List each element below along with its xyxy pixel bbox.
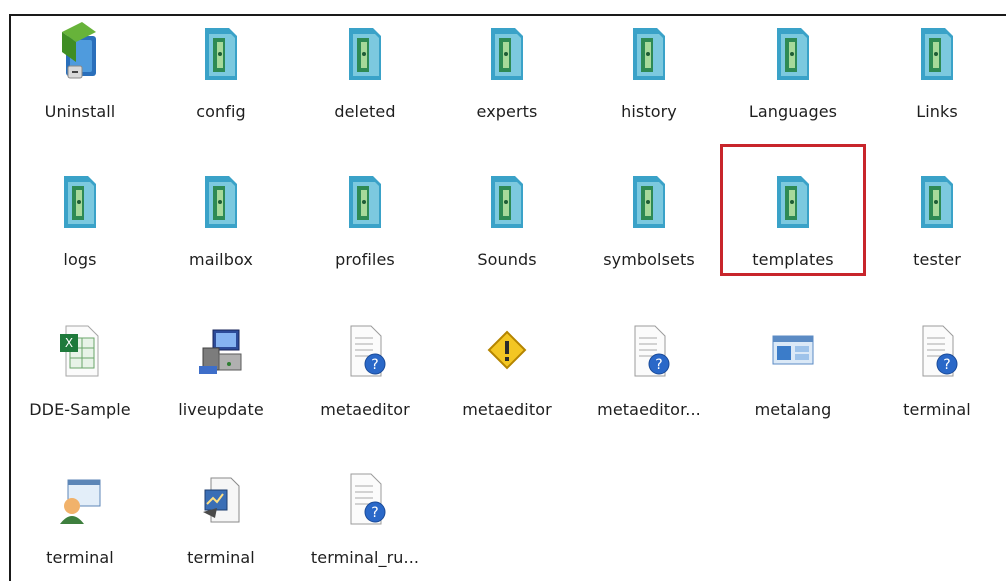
folder-icon [193,170,249,234]
folder-icon [621,170,677,234]
folder-logs[interactable]: logs [10,170,150,290]
file-terminal-ru[interactable]: ? terminal_ru... [295,468,435,588]
folder-icon [479,170,535,234]
svg-text:?: ? [655,357,662,373]
folder-icon [337,22,393,86]
file-metaeditor-app[interactable]: metaeditor [437,320,577,440]
help-file-icon: ? [621,320,677,384]
folder-label: logs [63,250,97,269]
folder-icon [479,22,535,86]
folder-label: experts [476,102,538,121]
folder-icon [909,22,965,86]
file-item-label: metalang [754,400,832,419]
folder-tester[interactable]: tester [867,170,1006,290]
file-metaeditor-help-2[interactable]: ? metaeditor... [579,320,719,440]
folder-languages[interactable]: Languages [723,22,863,142]
help-file-icon: ? [909,320,965,384]
folder-icon [765,22,821,86]
folder-label: deleted [334,102,396,121]
folder-icon [621,22,677,86]
folder-label: history [621,102,677,121]
folder-config[interactable]: config [151,22,291,142]
folder-symbolsets[interactable]: symbolsets [579,170,719,290]
file-metaeditor-help[interactable]: ? metaeditor [295,320,435,440]
terminal-app-icon [193,468,249,532]
file-item-label: terminal [903,400,971,419]
folder-templates[interactable]: templates [720,144,866,290]
user-terminal-icon [52,468,108,532]
folder-label: symbolsets [603,250,695,269]
folder-label: templates [752,250,834,269]
folder-label: config [196,102,246,121]
file-item-label: metaeditor... [597,400,701,419]
folder-profiles[interactable]: profiles [295,170,435,290]
file-item-label: Uninstall [44,102,116,121]
folder-icon [193,22,249,86]
uninstall-icon [52,22,108,86]
svg-text:?: ? [371,357,378,373]
file-item-label: terminal [46,548,114,567]
folder-label: Languages [748,102,838,121]
file-dde-sample[interactable]: X DDE-Sample [10,320,150,440]
file-item-uninstall[interactable]: Uninstall [10,22,150,142]
folder-label: profiles [335,250,395,269]
svg-text:?: ? [943,357,950,373]
folder-experts[interactable]: experts [437,22,577,142]
file-item-label: liveupdate [178,400,264,419]
file-item-label: terminal [187,548,255,567]
excel-file-icon: X [52,320,108,384]
folder-label: Links [916,102,958,121]
file-liveupdate[interactable]: liveupdate [151,320,291,440]
folder-icon [52,170,108,234]
folder-label: tester [913,250,961,269]
folder-label: Sounds [477,250,537,269]
folder-label: mailbox [189,250,253,269]
file-item-label: DDE-Sample [29,400,131,419]
folder-icon [337,170,393,234]
help-file-icon: ? [337,320,393,384]
file-item-label: terminal_ru... [310,548,420,567]
file-terminal-help[interactable]: ? terminal [867,320,1006,440]
file-explorer-view: Uninstall config deleted experts history… [9,14,1006,581]
window-app-icon [765,320,821,384]
file-metalang[interactable]: metalang [723,320,863,440]
warning-icon [479,320,535,384]
help-file-icon: ? [337,468,393,532]
folder-icon [909,170,965,234]
liveupdate-icon [193,320,249,384]
svg-text:X: X [65,336,73,350]
file-terminal-user[interactable]: terminal [10,468,150,588]
file-item-label: metaeditor [462,400,552,419]
file-terminal-app[interactable]: terminal [151,468,291,588]
folder-mailbox[interactable]: mailbox [151,170,291,290]
file-item-label: metaeditor [320,400,410,419]
folder-deleted[interactable]: deleted [295,22,435,142]
svg-text:?: ? [371,505,378,521]
folder-icon [765,170,821,234]
folder-links[interactable]: Links [867,22,1006,142]
folder-history[interactable]: history [579,22,719,142]
folder-sounds[interactable]: Sounds [437,170,577,290]
